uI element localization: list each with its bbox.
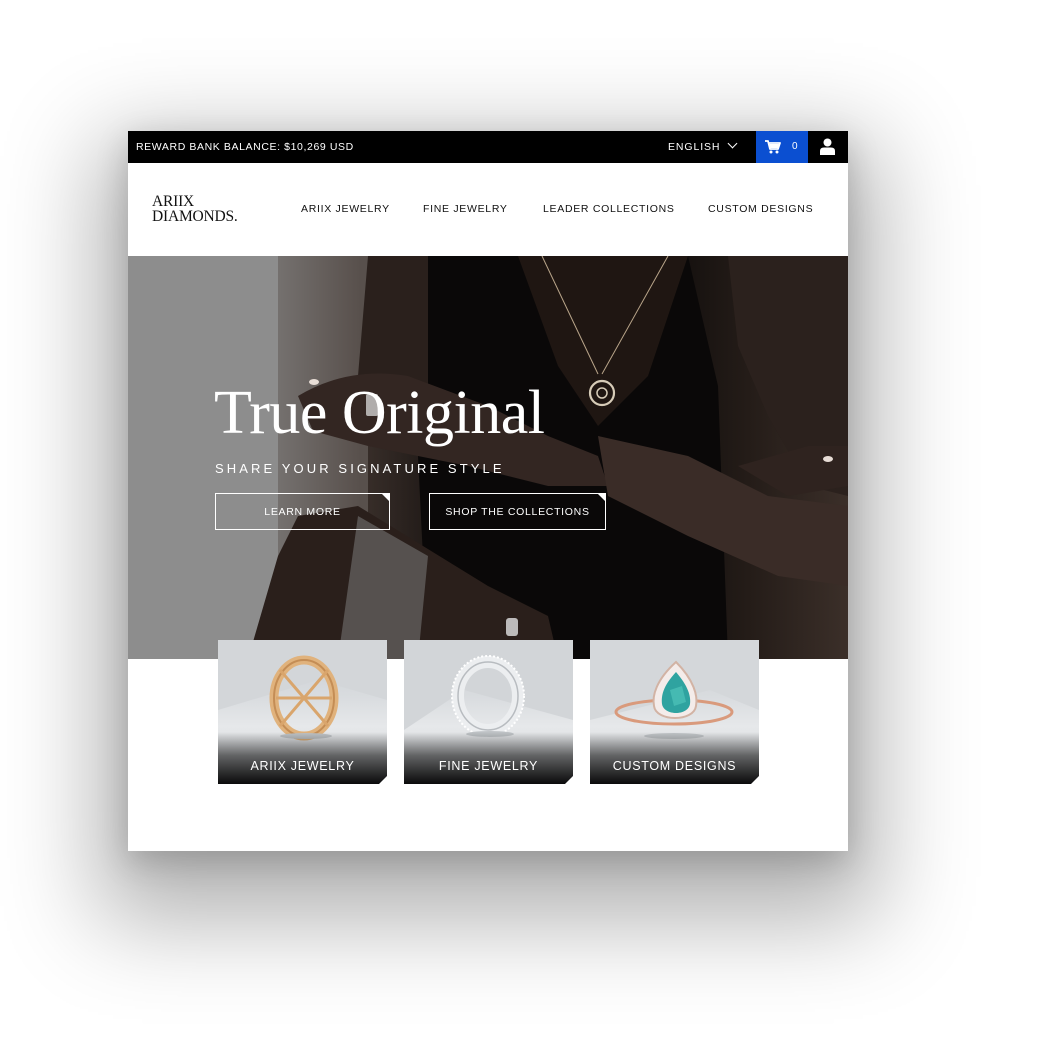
shop-collections-button[interactable]: SHOP THE COLLECTIONS [429,493,606,530]
learn-more-label: LEARN MORE [264,506,341,518]
tile-gradient [218,732,387,784]
hero-subtitle: SHARE YOUR SIGNATURE STYLE [215,461,505,476]
brand-logo[interactable]: ARIIX DIAMONDS. [152,193,238,225]
cart-icon [765,140,781,154]
corner-notch-icon [565,776,573,784]
corner-notch-icon [379,776,387,784]
tile-gradient [590,732,759,784]
nav-custom-designs[interactable]: CUSTOM DESIGNS [708,163,813,256]
category-label: CUSTOM DESIGNS [612,759,737,773]
nav-fine-jewelry[interactable]: FINE JEWELRY [423,163,508,256]
tile-gradient [404,732,573,784]
corner-notch-icon [597,493,606,502]
chevron-down-icon [727,138,738,149]
reward-label: REWARD BANK BALANCE: [136,141,281,153]
browser-page: REWARD BANK BALANCE: $10,269 USD ENGLISH… [128,131,848,851]
cart-count: 0 [792,141,798,152]
corner-notch-icon [751,776,759,784]
logo-line-2: DIAMONDS. [152,208,238,225]
category-tile-fine-jewelry[interactable]: FINE JEWELRY [404,640,573,784]
nav-leader-collections[interactable]: LEADER COLLECTIONS [543,163,675,256]
user-icon [820,138,835,155]
reward-value: $10,269 USD [284,141,354,153]
category-tile-custom-designs[interactable]: CUSTOM DESIGNS [590,640,759,784]
cart-button[interactable]: 0 [756,131,808,163]
top-utility-bar: REWARD BANK BALANCE: $10,269 USD ENGLISH… [128,131,848,163]
hero-banner: True Original SHARE YOUR SIGNATURE STYLE… [128,256,848,659]
hero-photo [128,256,848,659]
corner-notch-icon [381,493,390,502]
language-selector[interactable]: ENGLISH [668,131,738,163]
account-button[interactable] [808,131,848,163]
category-label: ARIIX JEWELRY [250,759,355,773]
logo-line-1: ARIIX [152,193,195,210]
category-tile-ariix-jewelry[interactable]: ARIIX JEWELRY [218,640,387,784]
language-label: ENGLISH [668,141,721,153]
nav-ariix-jewelry[interactable]: ARIIX JEWELRY [301,163,390,256]
main-header: ARIIX DIAMONDS. ARIIX JEWELRY FINE JEWEL… [128,163,848,256]
shop-collections-label: SHOP THE COLLECTIONS [445,506,590,518]
learn-more-button[interactable]: LEARN MORE [215,493,390,530]
category-label: FINE JEWELRY [438,759,539,773]
hero-title: True Original [214,379,545,447]
reward-bank-balance: REWARD BANK BALANCE: $10,269 USD [136,131,354,163]
